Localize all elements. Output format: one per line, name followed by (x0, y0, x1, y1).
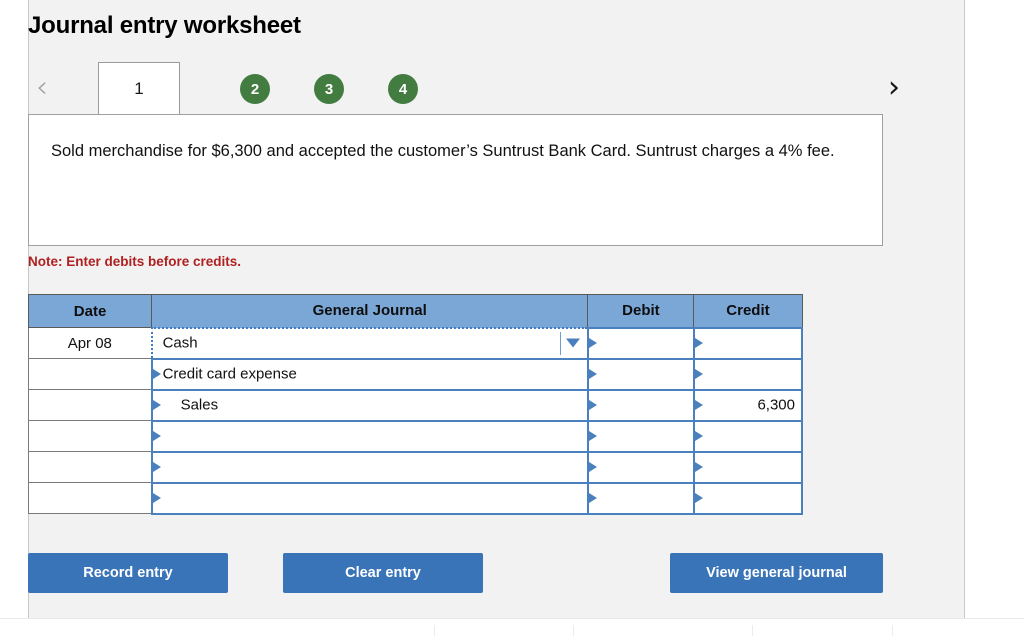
field-marker-icon (588, 400, 597, 410)
journal-rows: Apr 08 Cash Credit card expense Sales 6,300 (27, 326, 804, 515)
table-row: Apr 08 Cash (27, 326, 804, 360)
account-name: Credit card expense (162, 365, 297, 383)
cell-account-select[interactable]: Cash (150, 326, 589, 360)
cell-date[interactable] (27, 420, 153, 452)
column-header-debit: Debit (587, 294, 695, 328)
table-row (27, 450, 804, 484)
debits-before-credits-note: Note: Enter debits before credits. (28, 254, 242, 269)
tab-4[interactable]: 4 (388, 74, 418, 104)
cell-date[interactable] (27, 389, 153, 421)
cell-date[interactable] (27, 358, 153, 390)
tab-1[interactable]: 1 (98, 62, 180, 115)
preview-tick (752, 625, 753, 636)
cell-account-select[interactable] (150, 450, 589, 484)
tab-3[interactable]: 3 (314, 74, 344, 104)
preview-tick (434, 625, 435, 636)
chevron-down-icon[interactable] (565, 338, 580, 348)
column-header-general-journal: General Journal (151, 294, 589, 328)
cell-credit[interactable] (692, 326, 804, 360)
cell-debit[interactable] (586, 419, 695, 453)
cell-account-select[interactable] (150, 481, 589, 515)
table-header-row: Date General Journal Debit Credit (27, 294, 803, 328)
field-marker-icon (694, 400, 703, 410)
account-name: Cash (162, 334, 198, 352)
chevron-left-icon[interactable]: ‹ (28, 68, 56, 108)
dropdown-separator (559, 331, 561, 355)
table-row: Sales 6,300 (27, 388, 804, 422)
preview-tick (573, 625, 574, 636)
column-header-credit: Credit (693, 294, 803, 328)
field-marker-icon (694, 462, 703, 472)
field-marker-icon (588, 431, 597, 441)
table-row (27, 419, 804, 453)
cell-credit[interactable] (692, 450, 804, 484)
cell-account-select[interactable] (150, 419, 589, 453)
column-header-date: Date (27, 294, 153, 328)
cell-credit[interactable] (692, 357, 804, 391)
field-marker-icon (152, 493, 161, 503)
field-marker-icon (588, 338, 597, 348)
cell-account-select[interactable]: Sales (150, 388, 589, 422)
field-marker-icon (152, 369, 161, 379)
table-row (27, 481, 804, 515)
account-name: Sales (180, 396, 219, 414)
cell-debit[interactable] (586, 388, 695, 422)
table-row: Credit card expense (27, 357, 804, 391)
cell-date[interactable]: Apr 08 (27, 327, 153, 359)
cell-date[interactable] (27, 451, 153, 483)
scenario-box: Sold merchandise for $6,300 and accepted… (28, 114, 883, 246)
next-table-preview-strip (0, 618, 1024, 636)
field-marker-icon (694, 369, 703, 379)
field-marker-icon (588, 493, 597, 503)
tab-strip: ‹ 1 2 3 4 › (28, 62, 908, 115)
chevron-right-icon[interactable]: › (880, 68, 908, 108)
cell-credit[interactable]: 6,300 (692, 388, 804, 422)
field-marker-icon (152, 462, 161, 472)
record-entry-button[interactable]: Record entry (28, 553, 228, 593)
journal-entry-table: Date General Journal Debit Credit Apr 08… (27, 294, 804, 515)
page-title: Journal entry worksheet (28, 12, 301, 39)
field-marker-icon (694, 338, 703, 348)
field-marker-icon (588, 369, 597, 379)
tab-2[interactable]: 2 (240, 74, 270, 104)
view-general-journal-button[interactable]: View general journal (670, 553, 883, 593)
field-marker-icon (694, 431, 703, 441)
cell-credit[interactable] (692, 481, 804, 515)
clear-entry-button[interactable]: Clear entry (283, 553, 483, 593)
cell-debit[interactable] (586, 357, 695, 391)
cell-debit[interactable] (586, 481, 695, 515)
cell-account-select[interactable]: Credit card expense (150, 357, 589, 391)
page-root: Journal entry worksheet ‹ 1 2 3 4 › Sold… (0, 0, 1024, 636)
field-marker-icon (152, 431, 161, 441)
field-marker-icon (152, 400, 161, 410)
field-marker-icon (694, 493, 703, 503)
cell-debit[interactable] (586, 326, 695, 360)
cell-credit-value: 6,300 (757, 396, 795, 414)
field-marker-icon (588, 462, 597, 472)
cell-debit[interactable] (586, 450, 695, 484)
cell-credit[interactable] (692, 419, 804, 453)
cell-date[interactable] (27, 482, 153, 514)
scenario-text: Sold merchandise for $6,300 and accepted… (51, 142, 835, 160)
preview-tick (892, 625, 893, 636)
